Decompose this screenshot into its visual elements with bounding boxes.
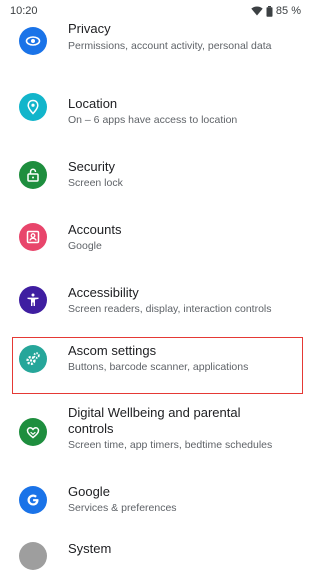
google-g-icon xyxy=(19,486,47,514)
settings-item-security[interactable]: Security Screen lock xyxy=(0,151,307,199)
settings-item-google[interactable]: Google Services & preferences xyxy=(0,479,307,527)
status-bar: 10:20 85 % xyxy=(0,0,307,24)
wellbeing-heart-icon xyxy=(19,418,47,446)
settings-item-subtitle: Screen time, app timers, bedtime schedul… xyxy=(68,439,273,451)
settings-item-privacy[interactable]: Privacy Permissions, account activity, p… xyxy=(0,21,307,70)
lock-open-icon xyxy=(19,161,47,189)
settings-item-title: Google xyxy=(68,484,110,499)
settings-item-subtitle: Screen lock xyxy=(68,177,123,189)
settings-item-title: System xyxy=(68,541,112,556)
settings-item-title: Security xyxy=(68,159,115,174)
location-pin-icon xyxy=(19,93,47,121)
settings-item-accessibility[interactable]: Accessibility Screen readers, display, i… xyxy=(0,277,307,325)
settings-item-subtitle: Permissions, account activity, personal … xyxy=(68,40,272,52)
settings-item-title: Accounts xyxy=(68,222,122,237)
settings-item-digital-wellbeing[interactable]: Digital Wellbeing and parental controls … xyxy=(0,403,307,463)
battery-icon xyxy=(266,5,273,17)
accessibility-person-icon xyxy=(19,286,47,314)
settings-item-title: Digital Wellbeing and parental controls xyxy=(68,405,241,436)
settings-item-subtitle: On – 6 apps have access to location xyxy=(68,114,238,126)
settings-item-subtitle: Screen readers, display, interaction con… xyxy=(68,303,272,315)
settings-item-title: Accessibility xyxy=(68,285,139,300)
settings-list: Privacy Permissions, account activity, p… xyxy=(0,0,307,570)
account-box-icon xyxy=(19,223,47,251)
status-indicators: 85 % xyxy=(251,5,301,17)
settings-item-system[interactable]: System xyxy=(0,538,307,570)
wifi-icon xyxy=(251,6,263,16)
battery-percent: 85 % xyxy=(275,5,301,17)
privacy-eye-icon xyxy=(19,27,47,55)
settings-item-subtitle: Google xyxy=(68,240,102,252)
system-info-icon xyxy=(19,542,47,570)
settings-item-location[interactable]: Location On – 6 apps have access to loca… xyxy=(0,88,307,136)
settings-item-title: Location xyxy=(68,96,118,111)
selection-highlight-box xyxy=(12,337,303,394)
settings-item-subtitle: Services & preferences xyxy=(68,502,177,514)
settings-item-accounts[interactable]: Accounts Google xyxy=(0,214,307,262)
status-time: 10:20 xyxy=(10,5,38,17)
